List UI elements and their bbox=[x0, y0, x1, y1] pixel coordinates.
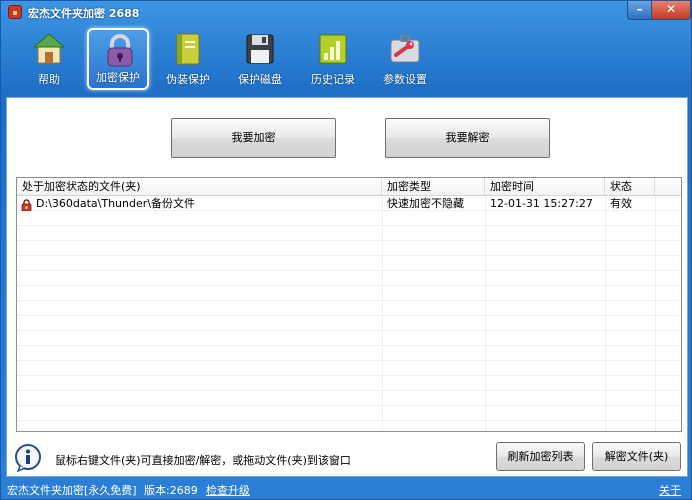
product-name: 宏杰文件夹加密[永久免费] bbox=[7, 484, 137, 497]
row-status: 有效 bbox=[610, 197, 632, 210]
toolbar-protect-disk-button[interactable]: 保护磁盘 bbox=[229, 28, 291, 90]
app-lock-icon bbox=[8, 5, 22, 19]
home-icon bbox=[32, 33, 66, 64]
empty-row bbox=[17, 421, 681, 431]
toolbar-disguise-protect-label: 伪装保护 bbox=[166, 73, 210, 86]
list-header: 处于加密状态的文件(夹) 加密类型 加密时间 状态 bbox=[17, 178, 681, 196]
empty-row bbox=[17, 271, 681, 286]
encrypt-button[interactable]: 我要加密 bbox=[171, 118, 336, 158]
lock-icon bbox=[107, 34, 133, 67]
check-update-link[interactable]: 检查升级 bbox=[206, 482, 250, 498]
title-bar[interactable]: 宏杰文件夹加密 2688 – ✕ bbox=[1, 1, 691, 23]
column-header-time[interactable]: 加密时间 bbox=[485, 178, 605, 196]
hint-text: 鼠标右键文件(夹)可直接加密/解密，或拖动文件(夹)到该窗口 bbox=[55, 454, 351, 467]
toolbar-history-label: 历史记录 bbox=[311, 73, 355, 86]
toolbar-help-button[interactable]: 帮助 bbox=[18, 28, 80, 90]
empty-row bbox=[17, 391, 681, 406]
toolbar: 帮助 加密保护 伪装保护 保护磁盘 历史记录 参数设置 bbox=[1, 23, 691, 93]
row-path: D:\360data\Thunder\备份文件 bbox=[36, 197, 195, 210]
toolbar-help-label: 帮助 bbox=[38, 73, 60, 86]
column-header-type[interactable]: 加密类型 bbox=[382, 178, 485, 196]
row-time: 12-01-31 15:27:27 bbox=[490, 197, 593, 210]
status-bar: 宏杰文件夹加密[永久免费] 版本:2689 检查升级 关于 bbox=[1, 479, 691, 499]
main-window: 宏杰文件夹加密 2688 – ✕ 帮助 加密保护 伪装保护 保护磁盘 历史记录 … bbox=[0, 0, 692, 500]
floppy-disk-icon bbox=[246, 34, 274, 64]
main-panel: 我要加密 我要解密 处于加密状态的文件(夹) 加密类型 加密时间 状态 D:\3… bbox=[6, 97, 688, 477]
empty-row bbox=[17, 406, 681, 421]
column-divider bbox=[485, 196, 486, 431]
toolbar-settings-label: 参数设置 bbox=[383, 73, 427, 86]
empty-row bbox=[17, 226, 681, 241]
window-title: 宏杰文件夹加密 2688 bbox=[28, 7, 140, 20]
history-chart-icon bbox=[319, 34, 347, 64]
toolbar-history-button[interactable]: 历史记录 bbox=[302, 28, 364, 90]
empty-row bbox=[17, 241, 681, 256]
empty-row bbox=[17, 331, 681, 346]
column-divider bbox=[605, 196, 606, 431]
column-divider bbox=[655, 196, 656, 431]
empty-row bbox=[17, 376, 681, 391]
empty-row bbox=[17, 301, 681, 316]
refresh-list-button[interactable]: 刷新加密列表 bbox=[496, 442, 585, 471]
column-divider bbox=[382, 196, 383, 431]
version-text: 版本:2689 bbox=[144, 484, 198, 497]
toolbar-protect-disk-label: 保护磁盘 bbox=[238, 73, 282, 86]
empty-row bbox=[17, 286, 681, 301]
empty-row bbox=[17, 256, 681, 271]
toolbar-settings-button[interactable]: 参数设置 bbox=[374, 28, 436, 90]
close-button[interactable]: ✕ bbox=[651, 1, 691, 20]
toolbar-encrypt-protect-label: 加密保护 bbox=[96, 71, 140, 84]
encrypted-file-list[interactable]: 处于加密状态的文件(夹) 加密类型 加密时间 状态 D:\360data\Thu… bbox=[16, 177, 682, 432]
notebook-icon bbox=[176, 33, 200, 65]
empty-row bbox=[17, 346, 681, 361]
minimize-button[interactable]: – bbox=[627, 1, 651, 20]
column-header-status[interactable]: 状态 bbox=[605, 178, 655, 196]
info-icon bbox=[15, 444, 41, 472]
toolbar-encrypt-protect-button[interactable]: 加密保护 bbox=[87, 28, 149, 90]
wrench-icon bbox=[390, 35, 420, 63]
empty-row bbox=[17, 361, 681, 376]
column-header-path[interactable]: 处于加密状态的文件(夹) bbox=[17, 178, 382, 196]
toolbar-disguise-protect-button[interactable]: 伪装保护 bbox=[157, 28, 219, 90]
empty-row bbox=[17, 316, 681, 331]
decrypt-button[interactable]: 我要解密 bbox=[385, 118, 550, 158]
about-link[interactable]: 关于 bbox=[659, 482, 681, 498]
empty-row bbox=[17, 211, 681, 226]
row-type: 快速加密不隐藏 bbox=[387, 197, 464, 210]
decrypt-folder-button[interactable]: 解密文件(夹) bbox=[592, 442, 681, 471]
table-row[interactable]: D:\360data\Thunder\备份文件 快速加密不隐藏 12-01-31… bbox=[17, 196, 681, 211]
